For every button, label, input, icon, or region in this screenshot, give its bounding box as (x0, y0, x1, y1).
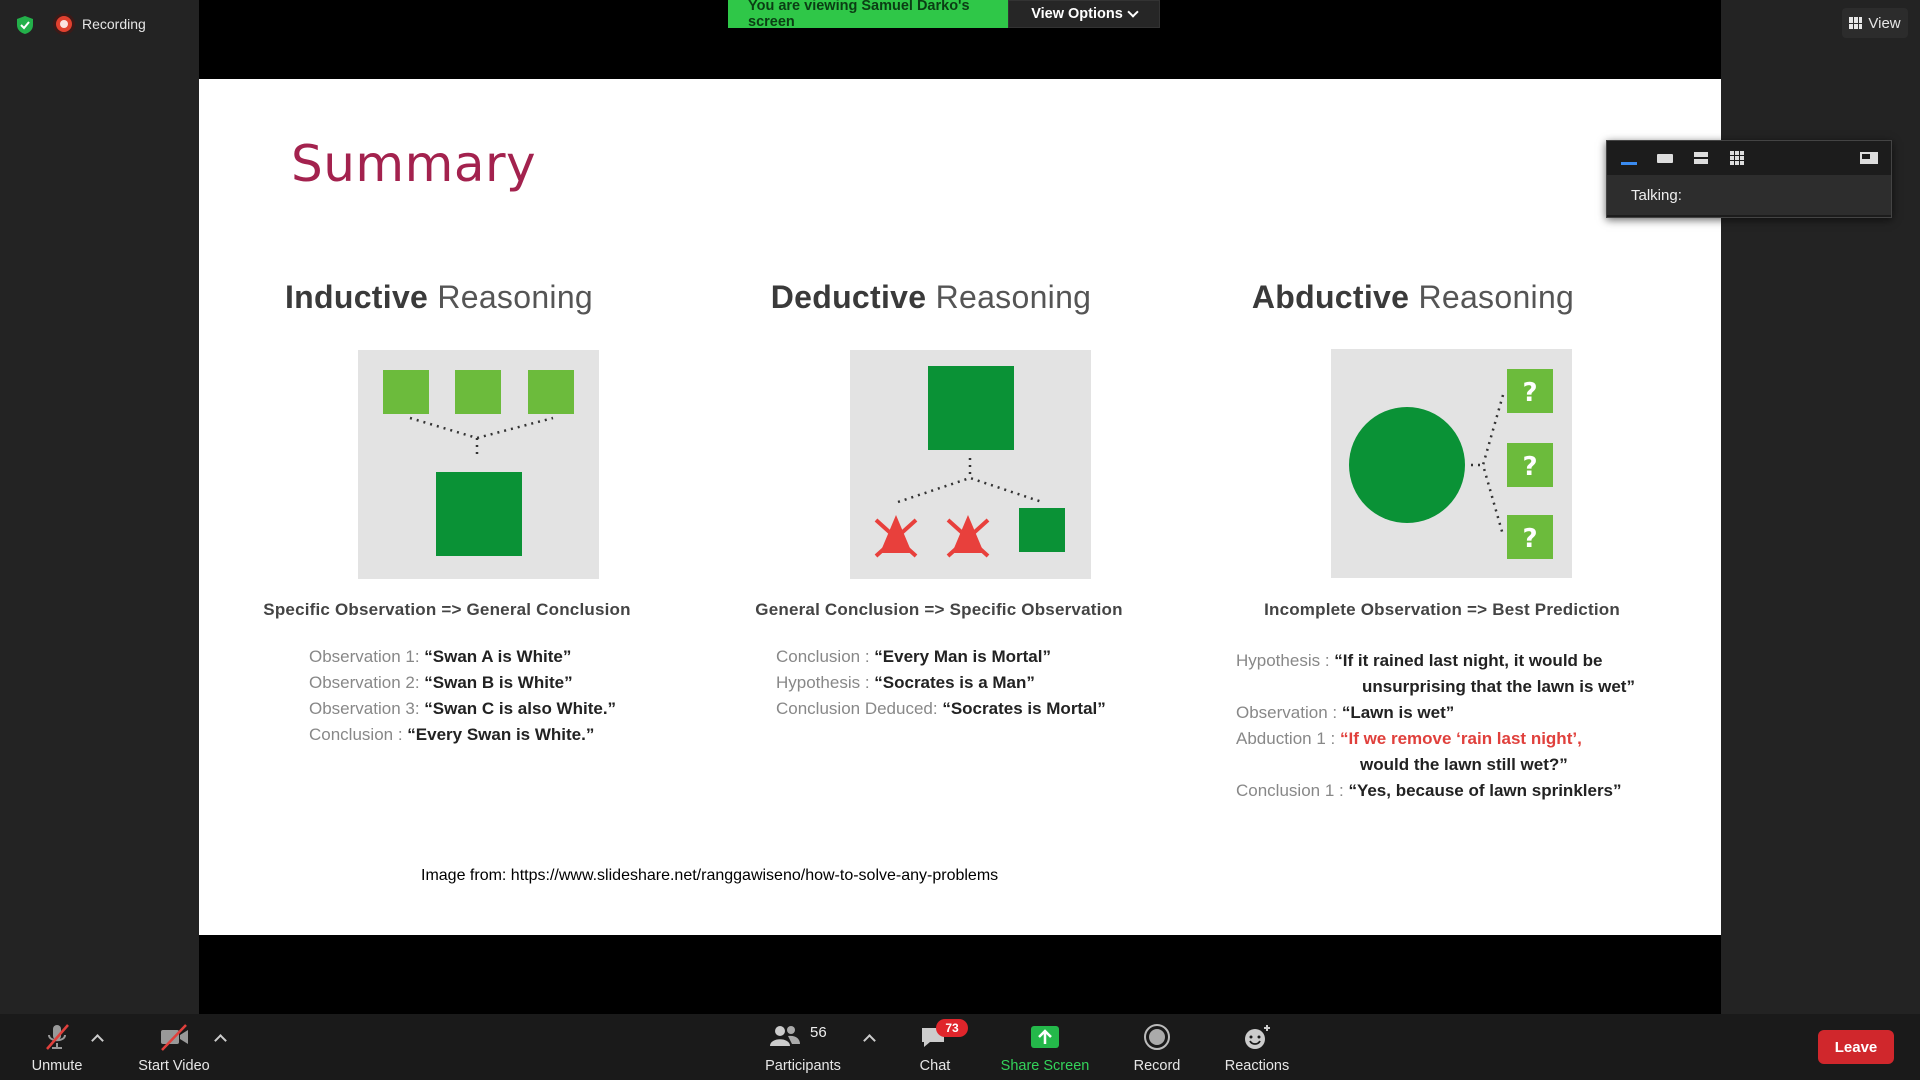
chat-label: Chat (919, 1058, 951, 1074)
start-video-button[interactable]: Start Video (132, 1014, 216, 1080)
observation-square-1 (383, 370, 429, 414)
start-video-label: Start Video (138, 1058, 210, 1074)
example-line: Conclusion : “Every Swan is White.” (309, 725, 595, 744)
deductive-column: Deductive Reasoning (691, 279, 1171, 316)
view-options-label: View Options (1031, 6, 1123, 22)
example-line: Observation : “Lawn is wet” (1236, 703, 1455, 722)
screen-share-banner: You are viewing Samuel Darko's screen Vi… (728, 0, 1160, 30)
deductive-diagram (850, 350, 1091, 579)
reactions-button[interactable]: Reactions (1219, 1014, 1295, 1080)
emoji-plus-icon (1245, 1025, 1270, 1049)
example-line: Observation 3: “Swan C is also White.” (309, 699, 617, 718)
example-line: Abduction 1 : “If we remove ‘rain last n… (1236, 729, 1582, 748)
example-line: would the lawn still wet?” (1360, 755, 1568, 774)
example-line: Conclusion Deduced: “Socrates is Mortal” (776, 699, 1106, 718)
observation-circle (1349, 407, 1465, 523)
record-button[interactable]: Record (1124, 1014, 1190, 1080)
inductive-title-rest: Reasoning (428, 279, 594, 315)
observation-square-3 (528, 370, 574, 414)
talking-label: Talking: (1607, 175, 1891, 215)
gallery-view-icon[interactable] (1727, 150, 1747, 166)
general-square (928, 366, 1014, 450)
example-line: unsurprising that the lawn is wet” (1362, 677, 1635, 696)
presentation-slide: Summary Inductive Reasoning Specific Obs… (199, 79, 1721, 935)
specific-square (1019, 508, 1065, 552)
observation-square-2 (455, 370, 501, 414)
participants-button[interactable]: 56 Participants (758, 1014, 848, 1080)
inductive-diagram (358, 350, 599, 579)
share-screen-label: Share Screen (1000, 1058, 1090, 1074)
leave-button[interactable]: Leave (1818, 1030, 1894, 1064)
question-box-3: ? (1507, 515, 1553, 559)
viewing-banner-text: You are viewing Samuel Darko's screen (728, 0, 1008, 30)
abductive-title: Abductive Reasoning (1173, 279, 1653, 316)
speaker-view-panel[interactable]: Talking: (1606, 140, 1892, 218)
chevron-down-icon (1127, 6, 1139, 18)
reactions-label: Reactions (1224, 1058, 1290, 1074)
unmute-button[interactable]: Unmute (22, 1014, 92, 1080)
chat-button[interactable]: 73 Chat (903, 1014, 968, 1080)
question-box-1: ? (1507, 369, 1553, 413)
microphone-muted-icon (46, 1024, 69, 1050)
meeting-toolbar: Unmute Start Video 56 Participants 73 Ch (0, 1014, 1920, 1080)
abductive-diagram: ? ? ? (1331, 349, 1572, 578)
view-mode-bar (1607, 141, 1891, 175)
strip-view-icon[interactable] (1691, 150, 1711, 166)
participants-count: 56 (810, 1024, 827, 1041)
image-credit: Image from: https://www.slideshare.net/r… (421, 867, 999, 884)
minimize-view-icon[interactable] (1619, 150, 1639, 166)
speaker-view-icon[interactable] (1655, 150, 1675, 166)
example-line: Hypothesis : “If it rained last night, i… (1236, 651, 1603, 670)
exit-panel-icon[interactable] (1859, 150, 1879, 166)
view-button[interactable]: View (1842, 8, 1908, 38)
chat-icon-wrap: 73 (918, 1019, 968, 1052)
deductive-caption: General Conclusion => Specific Observati… (755, 600, 1123, 619)
deductive-title: Deductive Reasoning (691, 279, 1171, 316)
view-options-button[interactable]: View Options (1008, 0, 1160, 28)
inductive-examples: Observation 1: “Swan A is White” Observa… (309, 644, 616, 748)
inductive-title-bold: Inductive (284, 279, 429, 315)
inductive-caption: Specific Observation => General Conclusi… (263, 600, 631, 619)
example-line: Hypothesis : “Socrates is a Man” (776, 673, 1035, 692)
record-icon (1144, 1024, 1170, 1050)
abductive-caption: Incomplete Observation => Best Predictio… (1264, 600, 1620, 619)
deductive-title-bold: Deductive (770, 279, 927, 315)
example-line: Conclusion : “Every Man is Mortal” (776, 647, 1051, 666)
svg-text:?: ? (1522, 524, 1537, 554)
abductive-examples: Hypothesis : “If it rained last night, i… (1236, 648, 1635, 804)
recording-label: Recording (82, 16, 146, 32)
deductive-title-rest: Reasoning (926, 279, 1092, 315)
participants-options-caret[interactable] (863, 1034, 876, 1047)
svg-text:?: ? (1522, 452, 1537, 482)
conclusion-square (436, 472, 522, 556)
share-screen-button[interactable]: Share Screen (995, 1014, 1095, 1080)
slide-title: Summary (291, 135, 537, 193)
record-dot-icon (56, 16, 72, 32)
svg-text:?: ? (1522, 378, 1537, 408)
abductive-title-bold: Abductive (1251, 279, 1410, 315)
abductive-column: Abductive Reasoning (1173, 279, 1653, 316)
example-line: Observation 2: “Swan B is White” (309, 673, 573, 692)
participants-icon-wrap: 56 (768, 1022, 838, 1052)
record-label: Record (1133, 1058, 1181, 1074)
abductive-title-rest: Reasoning (1409, 279, 1575, 315)
audio-options-caret[interactable] (91, 1034, 104, 1047)
example-line: Conclusion 1 : “Yes, because of lawn spr… (1236, 781, 1622, 800)
grid-view-icon (1849, 17, 1863, 29)
question-box-2: ? (1507, 443, 1553, 487)
unmute-label: Unmute (31, 1058, 83, 1074)
inductive-title: Inductive Reasoning (199, 279, 679, 316)
participants-label: Participants (765, 1058, 841, 1074)
inductive-column: Inductive Reasoning (199, 279, 679, 316)
video-options-caret[interactable] (214, 1034, 227, 1047)
people-icon (770, 1026, 800, 1046)
view-label: View (1868, 14, 1901, 32)
deductive-examples: Conclusion : “Every Man is Mortal” Hypot… (776, 644, 1106, 722)
chat-unread-badge: 73 (936, 1019, 968, 1037)
camera-off-icon (161, 1024, 188, 1051)
share-screen-icon (1031, 1026, 1059, 1048)
example-line: Observation 1: “Swan A is White” (309, 647, 572, 666)
security-shield-icon[interactable] (14, 14, 36, 36)
recording-indicator[interactable]: Recording (56, 16, 146, 32)
